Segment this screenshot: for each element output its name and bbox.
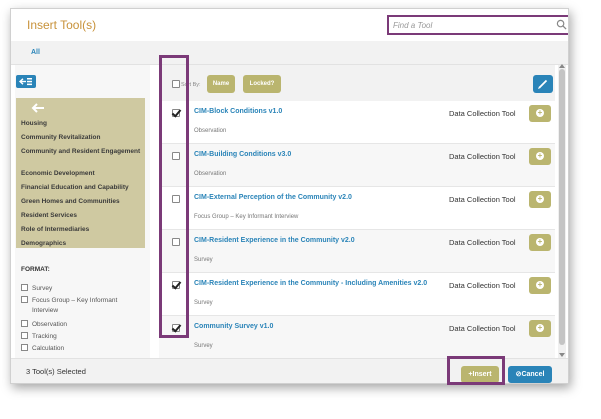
format-label: Tracking bbox=[32, 333, 57, 340]
dialog-title: Insert Tool(s) bbox=[27, 18, 97, 32]
tool-category: Data Collection Tool bbox=[449, 152, 516, 161]
back-arrow-icon[interactable] bbox=[31, 103, 45, 113]
format-checkbox[interactable] bbox=[21, 332, 28, 339]
search-icon[interactable] bbox=[556, 19, 567, 30]
tool-row[interactable]: CIM-Resident Experience in the Community… bbox=[159, 273, 555, 316]
tool-type: Survey bbox=[194, 257, 213, 263]
tool-category: Data Collection Tool bbox=[449, 324, 516, 333]
category-economic-development[interactable]: Economic Development bbox=[21, 170, 141, 178]
format-label: Observation bbox=[32, 321, 68, 328]
format-label: Calculation bbox=[32, 345, 65, 352]
search-input[interactable] bbox=[393, 18, 553, 32]
format-checkbox[interactable] bbox=[21, 284, 28, 291]
tool-category: Data Collection Tool bbox=[449, 195, 516, 204]
find-tool-search[interactable] bbox=[387, 15, 568, 35]
tool-row[interactable]: CIM-Block Conditions v1.0 Observation Da… bbox=[159, 101, 555, 144]
scroll-down-arrow-icon[interactable] bbox=[559, 353, 565, 357]
tool-row[interactable]: Community Survey v1.0 Survey Data Collec… bbox=[159, 316, 555, 359]
tool-type: Focus Group – Key Informant Interview bbox=[194, 214, 299, 220]
selected-count: 3 Tool(s) Selected bbox=[26, 367, 86, 376]
tool-checkbox[interactable] bbox=[172, 109, 180, 117]
add-icon[interactable] bbox=[529, 191, 551, 208]
category-sidebar: Housing Community Revitalization Communi… bbox=[15, 65, 150, 358]
cancel-button-label: Cancel bbox=[521, 371, 545, 378]
category-demographics[interactable]: Demographics bbox=[21, 240, 141, 248]
add-icon[interactable] bbox=[529, 320, 551, 337]
collapse-sidebar-icon bbox=[18, 78, 32, 86]
add-icon[interactable] bbox=[529, 277, 551, 294]
tool-name[interactable]: CIM-Block Conditions v1.0 bbox=[194, 108, 282, 115]
insert-button[interactable]: +Insert bbox=[461, 366, 499, 383]
tool-name[interactable]: Community Survey v1.0 bbox=[194, 323, 273, 330]
tool-list: Sort By: Name Locked? CIM-Block Conditio… bbox=[159, 65, 555, 359]
format-checkbox[interactable] bbox=[21, 344, 28, 351]
tool-checkbox[interactable] bbox=[172, 324, 180, 332]
sort-toolbar: Sort By: Name Locked? bbox=[159, 65, 555, 101]
tool-category: Data Collection Tool bbox=[449, 238, 516, 247]
tool-type: Observation bbox=[194, 128, 227, 134]
tool-checkbox[interactable] bbox=[172, 281, 180, 289]
tool-checkbox[interactable] bbox=[172, 238, 180, 246]
collapse-sidebar-button[interactable] bbox=[16, 75, 36, 88]
category-green-homes[interactable]: Green Homes and Communities bbox=[21, 198, 141, 206]
tool-type: Observation bbox=[194, 171, 227, 177]
sort-locked-button[interactable]: Locked? bbox=[243, 75, 281, 93]
filter-bar: All bbox=[11, 41, 568, 65]
tool-row[interactable]: CIM-Building Conditions v3.0 Observation… bbox=[159, 144, 555, 187]
category-housing[interactable]: Housing bbox=[21, 120, 141, 128]
tool-name[interactable]: CIM-External Perception of the Community… bbox=[194, 194, 352, 201]
tool-type: Survey bbox=[194, 343, 213, 349]
select-all-checkbox[interactable] bbox=[172, 80, 180, 88]
tool-checkbox[interactable] bbox=[172, 152, 180, 160]
category-panel: Housing Community Revitalization Communi… bbox=[16, 98, 145, 248]
tool-category: Data Collection Tool bbox=[449, 109, 516, 118]
category-financial-education[interactable]: Financial Education and Capability bbox=[21, 184, 141, 192]
add-icon[interactable] bbox=[529, 105, 551, 122]
sort-by-label: Sort By: bbox=[181, 82, 201, 88]
tool-row[interactable]: CIM-Resident Experience in the Community… bbox=[159, 230, 555, 273]
category-community-resident-engagement[interactable]: Community and Resident Engagement bbox=[21, 148, 141, 156]
insert-button-label: Insert bbox=[472, 371, 492, 378]
scroll-thumb[interactable] bbox=[559, 69, 565, 345]
tool-row[interactable]: CIM-External Perception of the Community… bbox=[159, 187, 555, 230]
list-scrollbar[interactable] bbox=[558, 64, 566, 358]
tool-type: Survey bbox=[194, 300, 213, 306]
format-title: FORMAT: bbox=[21, 266, 50, 273]
format-label: Survey bbox=[32, 285, 53, 292]
filter-all-link[interactable]: All bbox=[31, 49, 40, 56]
sort-name-button[interactable]: Name bbox=[207, 75, 235, 93]
category-resident-services[interactable]: Resident Services bbox=[21, 212, 141, 220]
insert-tools-dialog: Insert Tool(s) All Housing Com bbox=[10, 8, 569, 384]
add-icon[interactable] bbox=[529, 148, 551, 165]
tool-checkbox[interactable] bbox=[172, 195, 180, 203]
format-checkbox[interactable] bbox=[21, 296, 28, 303]
format-checkbox[interactable] bbox=[21, 320, 28, 327]
dialog-footer: 3 Tool(s) Selected +Insert ⊘Cancel bbox=[11, 358, 568, 383]
tool-category: Data Collection Tool bbox=[449, 281, 516, 290]
add-icon[interactable] bbox=[529, 234, 551, 251]
tool-name[interactable]: CIM-Resident Experience in the Community… bbox=[194, 237, 355, 244]
category-role-of-intermediaries[interactable]: Role of Intermediaries bbox=[21, 226, 141, 234]
tool-name[interactable]: CIM-Resident Experience in the Community… bbox=[194, 280, 427, 287]
edit-button[interactable] bbox=[533, 75, 553, 93]
category-community-revitalization[interactable]: Community Revitalization bbox=[21, 134, 141, 142]
edit-icon bbox=[538, 79, 548, 89]
format-label: Focus Group – Key Informant Interview bbox=[32, 297, 118, 314]
scroll-up-arrow-icon[interactable] bbox=[559, 64, 565, 68]
tool-name[interactable]: CIM-Building Conditions v3.0 bbox=[194, 151, 291, 158]
cancel-button[interactable]: ⊘Cancel bbox=[508, 366, 552, 383]
